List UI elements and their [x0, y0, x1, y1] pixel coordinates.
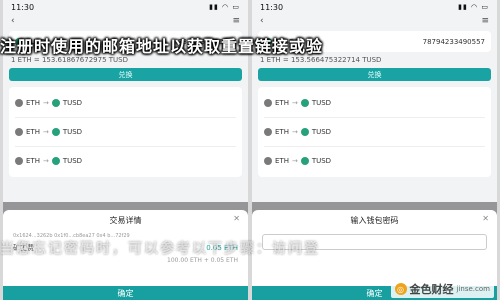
to-token: TUSD: [62, 99, 83, 107]
order-list: ETH → TUSD ETH → TUSD ETH → TUSD: [258, 87, 491, 177]
exchange-rate: 1 ETH = 153.566475322714 TUSD: [260, 56, 382, 64]
arrow-right-icon: →: [42, 128, 49, 136]
sheet-title: 交易详情: [109, 216, 142, 225]
to-token: TUSD: [311, 99, 332, 107]
back-icon[interactable]: ‹: [11, 16, 15, 26]
to-token: TUSD: [62, 157, 83, 165]
status-time: 11:30: [260, 2, 284, 12]
list-item[interactable]: ETH → TUSD: [264, 147, 485, 175]
close-icon[interactable]: ✕: [233, 214, 240, 223]
order-list: ETH → TUSD ETH → TUSD ETH → TUSD: [9, 87, 242, 177]
close-icon[interactable]: ✕: [482, 214, 489, 223]
tusd-coin-icon: [300, 157, 309, 165]
from-token: ETH: [275, 99, 289, 107]
eth-coin-icon: [264, 157, 272, 165]
tusd-coin-icon: [300, 128, 309, 136]
overlay-caption-bottom: 当您忘记密码时，可以参考以下步骤：访问登: [0, 241, 320, 257]
status-bar: 11:30 ▮▮ ◠ ▭: [3, 0, 248, 14]
arrow-right-icon: →: [291, 157, 298, 165]
signal-wifi-battery-icon: ▮▮ ◠ ▭: [209, 3, 240, 11]
arrow-right-icon: →: [291, 128, 298, 136]
to-token: TUSD: [311, 157, 332, 165]
status-bar: 11:30 ▮▮ ◠ ▭: [252, 0, 497, 14]
from-token: ETH: [275, 128, 289, 136]
eth-coin-icon: [264, 99, 272, 107]
signal-wifi-battery-icon: ▮▮ ◠ ▭: [458, 3, 489, 11]
to-token: TUSD: [311, 128, 332, 136]
exchange-button[interactable]: 兑换: [9, 68, 242, 81]
screenshot: 11:30 ▮▮ ◠ ▭ ‹ ≡ TUSD 7875533756866 1 ET…: [0, 0, 500, 300]
exchange-button[interactable]: 兑换: [258, 68, 491, 81]
from-token: ETH: [275, 157, 289, 165]
list-item[interactable]: ETH → TUSD: [264, 118, 485, 147]
nav-bar: ‹ ≡: [252, 14, 497, 28]
exchange-rate: 1 ETH = 153.61867672975 TUSD: [11, 56, 128, 64]
tusd-coin-icon: [51, 128, 60, 136]
list-item[interactable]: ETH → TUSD: [15, 89, 236, 118]
eth-coin-icon: [15, 157, 23, 165]
list-item[interactable]: ETH → TUSD: [15, 118, 236, 147]
eth-coin-icon: [15, 128, 23, 136]
watermark-logo: ◎ 金色财经 jinse.com: [390, 280, 494, 298]
arrow-right-icon: →: [42, 99, 49, 107]
history-icon[interactable]: ≡: [232, 16, 240, 26]
from-token: ETH: [26, 99, 40, 107]
list-item[interactable]: ETH → TUSD: [264, 89, 485, 118]
history-icon[interactable]: ≡: [481, 16, 489, 26]
eth-coin-icon: [15, 99, 23, 107]
tusd-coin-icon: [51, 157, 60, 165]
tusd-coin-icon: [300, 99, 309, 107]
back-icon[interactable]: ‹: [260, 16, 264, 26]
sheet-title: 输入钱包密码: [350, 216, 399, 225]
nav-bar: ‹ ≡: [3, 14, 248, 28]
arrow-right-icon: →: [42, 157, 49, 165]
to-token: TUSD: [62, 128, 83, 136]
tusd-coin-icon: [51, 99, 60, 107]
list-item[interactable]: ETH → TUSD: [15, 147, 236, 175]
arrow-right-icon: →: [291, 99, 298, 107]
eth-coin-icon: [264, 128, 272, 136]
from-token: ETH: [26, 157, 40, 165]
logo-text: 金色财经: [409, 283, 454, 296]
confirm-button[interactable]: 确定: [3, 286, 248, 300]
status-time: 11:30: [11, 2, 35, 12]
from-token: ETH: [26, 128, 40, 136]
logo-url: jinse.com: [456, 285, 490, 293]
overlay-caption-top: 注册时使用的邮箱地址以获取重置链接或验: [0, 37, 324, 56]
jinse-logo-icon: ◎: [394, 283, 407, 295]
